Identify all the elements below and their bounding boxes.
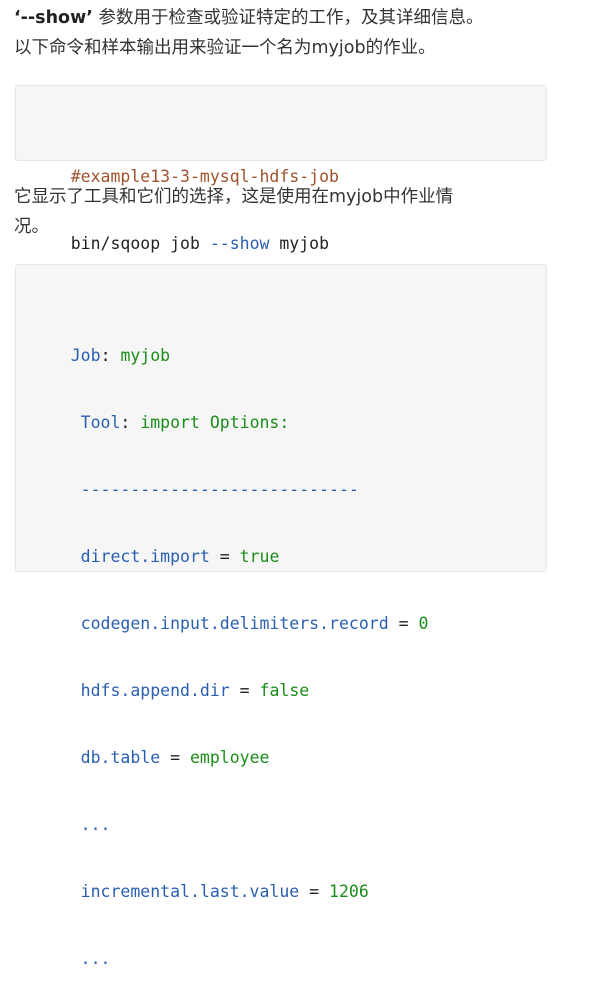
row-op: = [388,614,419,633]
row-op: = [209,547,240,566]
intro-line-1-text: 参数用于检查或验证特定的工作，及其详细信息。 [92,8,484,28]
job-key: Job [70,346,101,365]
output-row: codegen.input.delimiters.record = 0 [16,580,546,633]
output-tool-line: Tool: import Options: [16,379,546,432]
intro-paragraph: ‘--show’ 参数用于检查或验证特定的工作，及其详细信息。 以下命令和样本输… [14,3,483,63]
tool-key: Tool [70,413,121,432]
output-ellipsis-line-2: ... [16,915,546,968]
output-ellipsis-line: ... [16,781,546,834]
row-key: hdfs.append.dir [70,681,230,700]
output-divider: ---------------------------- [70,480,359,499]
row-key: direct.import [70,547,210,566]
row-value: true [239,547,280,566]
intro-line-1: ‘--show’ 参数用于检查或验证特定的工作，及其详细信息。 [14,3,483,33]
row-op: = [229,681,260,700]
intro-line-2: 以下命令和样本输出用来验证一个名为myjob的作业。 [14,38,436,58]
description-line-1: 它显示了工具和它们的选择，这是使用在myjob中作业情 [14,187,454,207]
code-comment-line: #example13-3-mysql-hdfs-job [16,133,546,186]
show-flag-label: ‘--show’ [14,8,93,28]
row-key: db.table [70,748,161,767]
job-sep: : [100,346,121,365]
row-value: employee [189,748,270,767]
output-ellipsis: ... [70,815,111,834]
row-key: codegen.input.delimiters.record [70,614,389,633]
command-code-block: #example13-3-mysql-hdfs-job bin/sqoop jo… [15,85,547,253]
output-last-value-line: incremental.last.value = 1206 [16,848,546,901]
output-row: hdfs.append.dir = false [16,647,546,700]
row-value: false [259,681,310,700]
last-value-key: incremental.last.value [70,882,300,901]
output-row: db.table = employee [16,714,546,767]
tool-sep: : [120,413,141,432]
last-value-number: 1206 [329,882,369,901]
description-line-2: 况。 [14,217,49,237]
tool-value: import Options: [140,413,290,432]
output-divider-line: ---------------------------- [16,446,546,499]
row-op: = [160,748,190,767]
output-row: direct.import = true [16,513,546,566]
row-value: 0 [418,614,429,633]
job-value: myjob [120,346,171,365]
description-paragraph: 它显示了工具和它们的选择，这是使用在myjob中作业情 况。 [14,182,453,242]
output-code-block: Job: myjob Tool: import Options: -------… [15,264,547,968]
output-ellipsis-2: ... [70,949,111,968]
last-value-op: = [299,882,330,901]
output-job-line: Job: myjob [16,312,546,365]
